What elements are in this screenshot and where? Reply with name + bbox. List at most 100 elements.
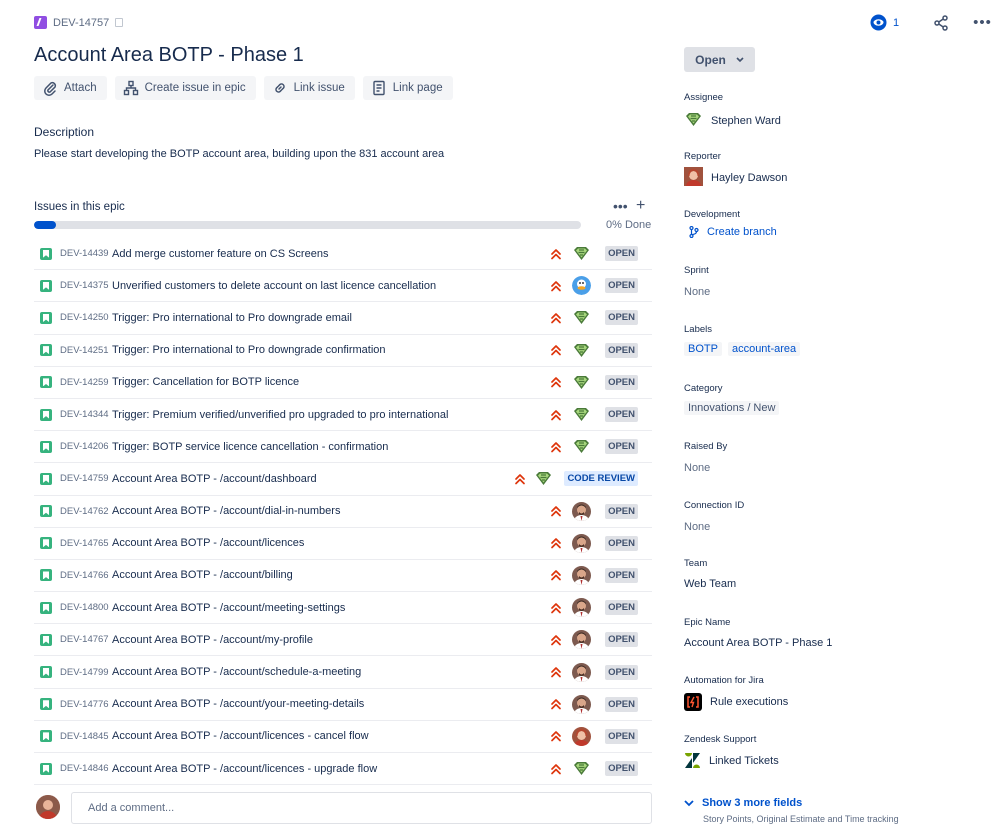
epic-issue-row[interactable]: DEV-14762 Account Area BOTP - /account/di… (34, 496, 652, 528)
epic-issue-row[interactable]: DEV-14259 Trigger: Cancellation for BOTP … (34, 367, 652, 399)
epic-issue-row[interactable]: DEV-14439 Add merge customer feature on C… (34, 238, 652, 271)
status-badge[interactable]: OPEN (605, 342, 638, 358)
assignee-avatar[interactable] (572, 308, 591, 327)
issue-key[interactable]: DEV-14846 (60, 763, 109, 774)
status-badge[interactable]: OPEN (605, 632, 638, 648)
label-tag[interactable]: BOTP (684, 342, 722, 356)
status-badge[interactable]: OPEN (605, 407, 638, 423)
epic-issue-row[interactable]: DEV-14767 Account Area BOTP - /account/my… (34, 624, 652, 657)
issue-summary[interactable]: Trigger: Premium verified/unverified pro… (112, 409, 449, 421)
labels-field[interactable]: BOTP account-area (684, 342, 801, 356)
status-badge[interactable]: OPEN (605, 310, 638, 326)
issue-summary[interactable]: Trigger: BOTP service licence cancellati… (112, 441, 388, 453)
assignee-avatar[interactable] (572, 501, 591, 521)
epic-issue-row[interactable]: DEV-14845 Account Area BOTP - /account/li… (34, 721, 652, 753)
rule-executions-link[interactable]: Rule executions (684, 693, 788, 711)
assignee-avatar[interactable] (572, 341, 591, 360)
reporter-field[interactable]: Hayley Dawson (684, 167, 787, 189)
issue-summary[interactable]: Account Area BOTP - /account/your-meetin… (112, 698, 364, 710)
more-icon[interactable]: ••• (613, 198, 628, 214)
show-more-fields-button[interactable]: Show 3 more fields (684, 797, 802, 809)
linked-tickets-link[interactable]: Linked Tickets (684, 752, 779, 769)
epic-issue-row[interactable]: DEV-14375 Unverified customers to delete … (34, 270, 652, 303)
issue-summary[interactable]: Account Area BOTP - /account/my-profile (112, 634, 313, 646)
issue-key[interactable]: DEV-14439 (60, 248, 109, 259)
status-badge[interactable]: OPEN (605, 728, 638, 744)
issue-key[interactable]: DEV-14375 (60, 280, 109, 291)
team-value[interactable]: Web Team (684, 578, 736, 590)
issue-summary[interactable]: Account Area BOTP - /account/dial-in-num… (112, 505, 340, 517)
assignee-avatar[interactable] (572, 373, 591, 392)
status-dropdown[interactable]: Open (684, 47, 755, 72)
issue-key[interactable]: DEV-14762 (60, 506, 109, 517)
issue-key[interactable]: DEV-14759 (60, 473, 109, 484)
issue-key[interactable]: DEV-14767 (60, 634, 109, 645)
issue-summary[interactable]: Account Area BOTP - /account/licences - … (112, 763, 377, 775)
issue-summary[interactable]: Trigger: Cancellation for BOTP licence (112, 376, 299, 388)
issue-key[interactable]: DEV-14776 (60, 699, 109, 710)
more-actions-icon[interactable]: ••• (973, 14, 992, 31)
epic-name-value[interactable]: Account Area BOTP - Phase 1 (684, 637, 832, 649)
issue-key[interactable]: DEV-14206 (60, 441, 109, 452)
assignee-avatar[interactable] (534, 469, 553, 488)
status-badge[interactable]: OPEN (605, 246, 638, 262)
assignee-field[interactable]: Stephen Ward (684, 110, 781, 132)
assignee-avatar[interactable] (572, 276, 591, 296)
status-badge[interactable]: OPEN (605, 503, 638, 519)
status-badge[interactable]: OPEN (605, 439, 638, 455)
issue-key[interactable]: DEV-14765 (60, 538, 109, 549)
epic-issue-row[interactable]: DEV-14776 Account Area BOTP - /account/yo… (34, 689, 652, 721)
status-badge[interactable]: CODE REVIEW (564, 471, 638, 487)
connection-id-value[interactable]: None (684, 521, 710, 533)
status-badge[interactable]: OPEN (605, 664, 638, 680)
issue-key[interactable]: DEV-14799 (60, 667, 109, 678)
status-badge[interactable]: OPEN (605, 567, 638, 583)
status-badge[interactable]: OPEN (605, 374, 638, 390)
epic-issue-row[interactable]: DEV-14344 Trigger: Premium verified/unver… (34, 399, 652, 432)
issue-key[interactable]: DEV-14845 (60, 731, 109, 742)
assignee-avatar[interactable] (572, 726, 591, 746)
epic-issue-row[interactable]: DEV-14799 Account Area BOTP - /account/sc… (34, 656, 652, 689)
issue-summary[interactable]: Account Area BOTP - /account/schedule-a-… (112, 666, 361, 678)
epic-issue-row[interactable]: DEV-14846 Account Area BOTP - /account/li… (34, 753, 652, 786)
assignee-avatar[interactable] (572, 759, 591, 778)
epic-issue-row[interactable]: DEV-14759 Account Area BOTP - /account/da… (34, 463, 652, 496)
sprint-value[interactable]: None (684, 286, 710, 298)
issue-title[interactable]: Account Area BOTP - Phase 1 (34, 44, 304, 67)
label-tag[interactable]: account-area (727, 342, 801, 356)
issue-key[interactable]: DEV-14766 (60, 570, 109, 581)
assignee-avatar[interactable] (572, 598, 591, 618)
issue-key[interactable]: DEV-14800 (60, 602, 109, 613)
share-icon[interactable] (933, 14, 949, 31)
raised-by-value[interactable]: None (684, 462, 710, 474)
issue-key[interactable]: DEV-14250 (60, 312, 109, 323)
create-branch-link[interactable]: Create branch (689, 226, 777, 238)
assignee-avatar[interactable] (572, 565, 591, 585)
issue-key[interactable]: DEV-14251 (60, 345, 109, 356)
assignee-avatar[interactable] (572, 437, 591, 456)
epic-issue-row[interactable]: DEV-14766 Account Area BOTP - /account/bi… (34, 560, 652, 593)
status-badge[interactable]: OPEN (605, 535, 638, 551)
comment-input[interactable]: Add a comment... (71, 792, 652, 824)
copy-link-icon[interactable] (115, 18, 124, 27)
epic-issue-row[interactable]: DEV-14250 Trigger: Pro international to P… (34, 302, 652, 335)
issue-summary[interactable]: Add merge customer feature on CS Screens (112, 248, 328, 260)
issue-key[interactable]: DEV-14259 (60, 377, 109, 388)
issue-summary[interactable]: Account Area BOTP - /account/licences - … (112, 730, 369, 742)
category-field[interactable]: Innovations / New (684, 401, 780, 415)
status-badge[interactable]: OPEN (605, 600, 638, 616)
assignee-avatar[interactable] (572, 533, 591, 553)
epic-issue-row[interactable]: DEV-14206 Trigger: BOTP service licence c… (34, 431, 652, 464)
description-text[interactable]: Please start developing the BOTP account… (34, 148, 444, 160)
issue-summary[interactable]: Account Area BOTP - /account/meeting-set… (112, 602, 345, 614)
issue-summary[interactable]: Account Area BOTP - /account/licences (112, 537, 304, 549)
add-issue-icon[interactable]: + (636, 197, 645, 215)
issue-key[interactable]: DEV-14344 (60, 409, 109, 420)
attach-button[interactable]: Attach (34, 76, 107, 100)
assignee-avatar[interactable] (572, 662, 591, 682)
status-badge[interactable]: OPEN (605, 761, 638, 777)
issue-summary[interactable]: Trigger: Pro international to Pro downgr… (112, 312, 352, 324)
assignee-avatar[interactable] (572, 630, 591, 650)
issue-summary[interactable]: Trigger: Pro international to Pro downgr… (112, 344, 386, 356)
link-issue-button[interactable]: Link issue (263, 76, 355, 100)
